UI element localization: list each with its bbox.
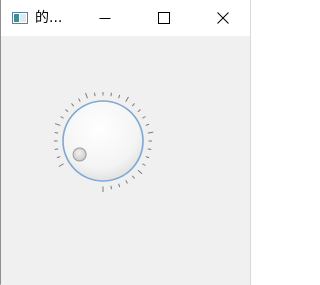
- maximize-button[interactable]: [141, 0, 187, 36]
- dial-knob[interactable]: [48, 86, 158, 196]
- dial-face[interactable]: [62, 100, 144, 182]
- title-bar[interactable]: 的...: [1, 0, 250, 36]
- dial-tick: [118, 94, 121, 99]
- dial-tick: [131, 103, 135, 107]
- close-icon: [217, 12, 229, 24]
- dial-tick: [147, 131, 154, 134]
- close-button[interactable]: [200, 0, 246, 36]
- application-window: 的...: [0, 0, 251, 285]
- dial-tick: [85, 92, 88, 99]
- minimize-icon: [99, 18, 111, 19]
- dial-tick: [110, 185, 113, 190]
- dial-tick: [125, 96, 129, 102]
- dial-tick: [118, 183, 121, 188]
- dial-tick: [93, 92, 96, 97]
- dial-tick: [137, 109, 141, 113]
- dial-tick: [78, 98, 81, 102]
- app-icon: [12, 12, 28, 24]
- dial-tick: [145, 123, 150, 126]
- dial-tick: [54, 131, 59, 134]
- dial-tick: [60, 116, 64, 119]
- dial-tick: [56, 156, 61, 159]
- dial-tick: [145, 156, 150, 159]
- window-title: 的...: [35, 10, 63, 26]
- dial-tick: [147, 148, 152, 151]
- maximize-icon: [158, 12, 170, 24]
- dial-tick: [110, 92, 113, 97]
- dial-tick: [125, 180, 128, 184]
- dial-handle[interactable]: [72, 147, 87, 162]
- dial-tick: [54, 148, 59, 151]
- dial-tick: [65, 109, 69, 113]
- client-area: [1, 36, 250, 285]
- dial-tick: [58, 163, 64, 167]
- dial-tick: [137, 169, 143, 175]
- dial-tick: [142, 163, 146, 166]
- dial-tick: [131, 175, 135, 179]
- dial-tick: [142, 116, 146, 119]
- minimize-button[interactable]: [82, 0, 128, 36]
- dial-tick: [54, 123, 61, 126]
- dial-tick: [71, 103, 75, 107]
